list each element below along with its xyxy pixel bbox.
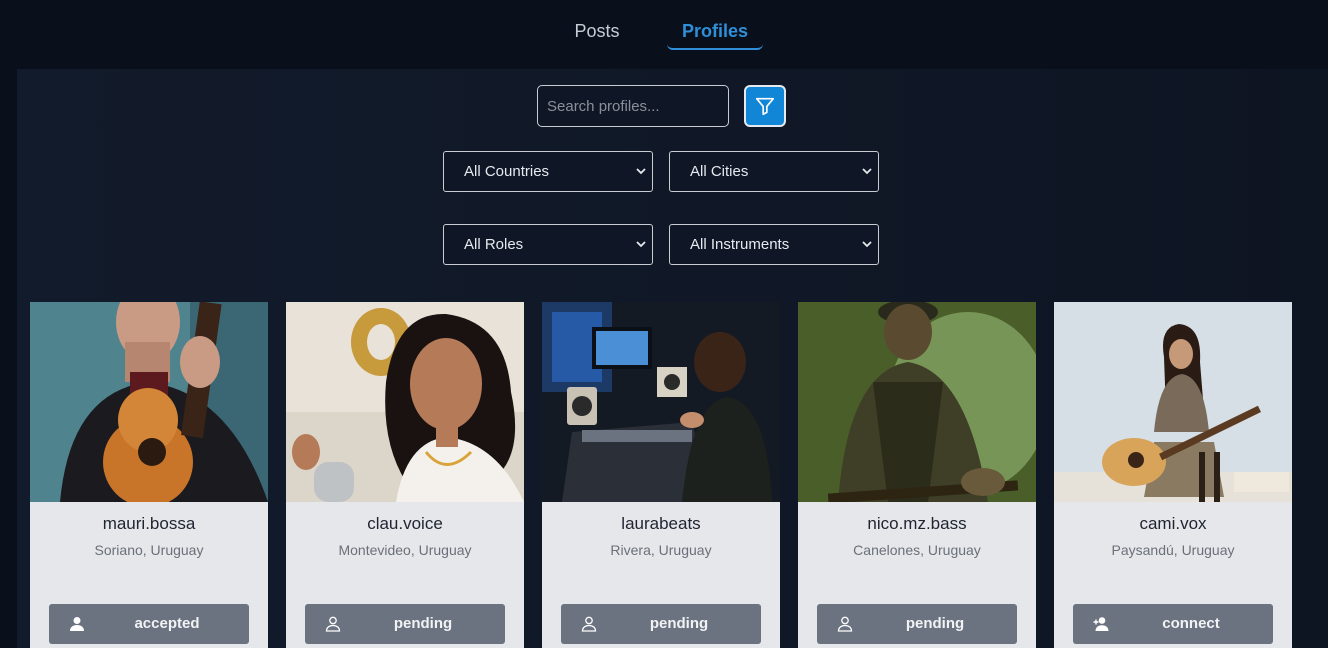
connection-status-button[interactable]: pending (561, 604, 761, 644)
connect-button-label: connect (1162, 615, 1220, 632)
profile-location: Canelones, Uruguay (853, 542, 981, 558)
connection-status-button[interactable]: pending (817, 604, 1017, 644)
profile-photo (798, 302, 1036, 502)
profile-username: laurabeats (621, 514, 701, 533)
profile-username: mauri.bossa (102, 514, 196, 533)
country-select[interactable]: All Countries (443, 151, 653, 192)
connection-status-button[interactable]: pending (305, 604, 505, 644)
profile-card[interactable]: nico.mz.bass Canelones, Uruguay pending (798, 302, 1036, 648)
profile-location: Rivera, Uruguay (610, 542, 712, 558)
profile-username: clau.voice (367, 514, 443, 533)
connect-button[interactable]: connect (1073, 604, 1273, 644)
profile-card[interactable]: cami.vox Paysandú, Uruguay connect (1054, 302, 1292, 648)
connection-status-label: accepted (134, 615, 200, 632)
profile-card[interactable]: mauri.bossa Soriano, Uruguay accepted (30, 302, 268, 648)
tab-profiles[interactable]: Profiles (667, 14, 763, 50)
profile-photo (1054, 302, 1292, 502)
city-select-value: All Cities (690, 163, 749, 180)
profile-photo (542, 302, 780, 502)
search-input[interactable] (537, 85, 729, 127)
connection-status-label: pending (393, 615, 453, 632)
chevron-down-icon (636, 241, 646, 248)
profile-photo (30, 302, 268, 502)
chevron-down-icon (862, 241, 872, 248)
user-outline-icon (325, 616, 341, 632)
connection-status-button[interactable]: accepted (49, 604, 249, 644)
profile-photo (286, 302, 524, 502)
country-select-value: All Countries (464, 163, 550, 180)
profile-card[interactable]: laurabeats Rivera, Uruguay pending (542, 302, 780, 648)
user-filled-icon (70, 617, 84, 631)
user-plus-icon (1093, 617, 1109, 631)
tab-posts[interactable]: Posts (560, 14, 634, 50)
connection-status-label: pending (649, 615, 709, 632)
connection-status-label: pending (905, 615, 965, 632)
user-outline-icon (581, 616, 597, 632)
user-outline-icon (837, 616, 853, 632)
filter-icon (755, 97, 775, 116)
profile-card[interactable]: clau.voice Montevideo, Uruguay pending (286, 302, 524, 648)
instrument-select-value: All Instruments (690, 236, 790, 253)
profile-location: Montevideo, Uruguay (338, 542, 472, 558)
profile-username: cami.vox (1139, 514, 1207, 533)
instrument-select[interactable]: All Instruments (669, 224, 879, 265)
profile-location: Soriano, Uruguay (94, 542, 204, 558)
chevron-down-icon (862, 168, 872, 175)
chevron-down-icon (636, 168, 646, 175)
role-select[interactable]: All Roles (443, 224, 653, 265)
profile-username: nico.mz.bass (867, 514, 967, 533)
tab-bar: Posts Profiles (0, 0, 1328, 60)
profile-location: Paysandú, Uruguay (1111, 542, 1235, 558)
filter-button[interactable] (744, 85, 786, 127)
city-select[interactable]: All Cities (669, 151, 879, 192)
role-select-value: All Roles (464, 236, 524, 253)
